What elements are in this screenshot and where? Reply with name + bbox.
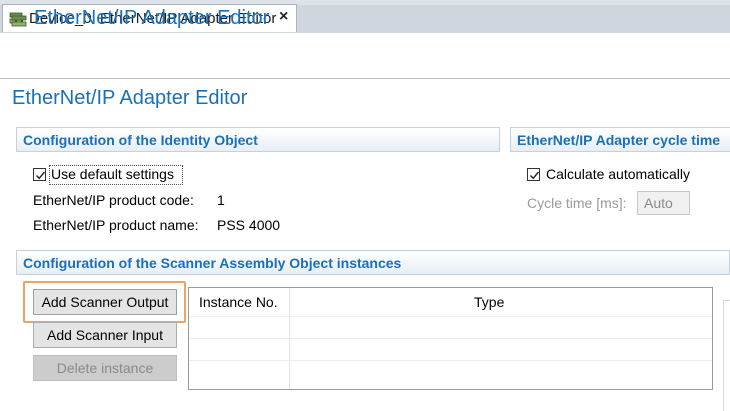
identity-object-section-header: Configuration of the Identity Object <box>16 127 500 152</box>
column-header-instance-no[interactable]: Instance No. <box>199 294 278 310</box>
identity-section-title: Configuration of the Identity Object <box>23 132 258 148</box>
editor-header <box>0 33 730 79</box>
close-tab-icon[interactable]: × <box>279 8 288 26</box>
product-name-label: EtherNet/IP product name: <box>33 217 199 233</box>
cycle-time-section-title: EtherNet/IP Adapter cycle time <box>517 132 721 148</box>
scanner-assembly-section-header: Configuration of the Scanner Assembly Ob… <box>16 250 730 275</box>
calculate-automatically-label[interactable]: Calculate automatically <box>546 166 690 182</box>
adjacent-panel <box>723 300 730 411</box>
add-scanner-output-button[interactable]: Add Scanner Output <box>33 289 177 315</box>
delete-instance-button: Delete instance <box>33 355 177 381</box>
add-scanner-input-button[interactable]: Add Scanner Input <box>33 322 177 348</box>
column-header-type[interactable]: Type <box>474 294 504 310</box>
page-title: EtherNet/IP Adapter Editor <box>12 87 248 109</box>
product-code-value: 1 <box>217 192 225 208</box>
cycle-time-label: Cycle time [ms]: <box>527 195 627 211</box>
scanner-section-title: Configuration of the Scanner Assembly Ob… <box>23 255 402 271</box>
use-default-settings-checkbox[interactable] <box>33 168 46 181</box>
use-default-settings-label[interactable]: Use default settings <box>51 166 174 182</box>
cycle-time-field: Auto <box>637 191 690 215</box>
table-row-divider <box>189 360 712 361</box>
product-code-label: EtherNet/IP product code: <box>33 192 194 208</box>
editor-header-title: EtherNet/IP Adapter Editor <box>34 7 270 29</box>
cycle-time-section-header: EtherNet/IP Adapter cycle time <box>510 127 730 152</box>
table-row-divider <box>189 316 712 317</box>
product-name-value: PSS 4000 <box>217 217 281 233</box>
calculate-automatically-checkbox[interactable] <box>527 168 540 181</box>
adapter-icon <box>11 13 27 29</box>
table-row-divider <box>189 338 712 339</box>
